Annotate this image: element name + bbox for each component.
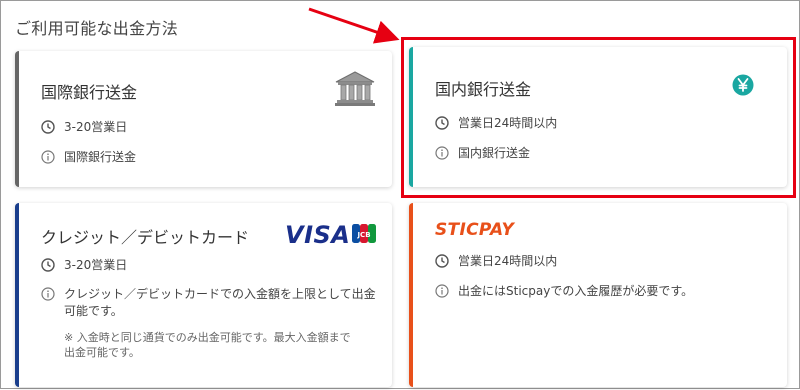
info-row: クレジット／デビットカードでの入金額を上限として出金 可能です。 [41,286,376,320]
sticpay-logo: STICPAY [435,220,515,240]
card-credit-debit[interactable]: クレジット／デビットカード VISA JCB 3-20営業日 クレジット／デビッ… [15,203,392,387]
card-title: 国際銀行送金 [41,83,138,102]
card-note: ※ 入金時と同じ通貨でのみ出金可能です。最大入金額まで 出金可能です。 [64,330,351,360]
info-text: 国際銀行送金 [64,150,137,164]
visa-logo: VISA [285,221,351,249]
note-line-1: ※ 入金時と同じ通貨でのみ出金可能です。最大入金額まで [64,331,351,344]
info-line-2: 可能です。 [64,304,123,318]
highlight-box [401,37,796,198]
info-row: 出金にはSticpayでの入金履歴が必要です。 [435,283,693,300]
clock-icon [41,120,55,134]
duration-text: 3-20営業日 [64,258,128,272]
card-international-bank-transfer[interactable]: 国際銀行送金 3-20営業日 国際銀行送金 [15,51,392,187]
bank-icon [335,71,375,111]
clock-icon [41,258,55,272]
duration-text: 3-20営業日 [64,120,128,134]
duration-row: 営業日24時間以内 [435,253,557,270]
note-line-2: 出金可能です。 [64,346,140,359]
clock-icon [435,254,449,268]
duration-text: 営業日24時間以内 [458,254,558,268]
jcb-text: JCB [356,231,370,239]
info-icon [41,150,55,164]
duration-row: 3-20営業日 [41,257,127,274]
card-title: クレジット／デビットカード [41,228,250,247]
duration-row: 3-20営業日 [41,119,127,136]
info-icon [435,284,449,298]
info-line-1: クレジット／デビットカードでの入金額を上限として出金 [64,287,376,301]
card-sticpay[interactable]: STICPAY 営業日24時間以内 出金にはSticpayでの入金履歴が必要です… [409,203,787,387]
info-icon [41,287,55,301]
info-text: 出金にはSticpayでの入金履歴が必要です。 [458,284,694,298]
screenshot-frame: ご利用可能な出金方法 国際銀行送金 3-20営業日 国際銀行送金 国内銀行送金 … [0,0,800,389]
info-text: クレジット／デビットカードでの入金額を上限として出金 可能です。 [64,286,376,320]
info-row: 国際銀行送金 [41,149,136,166]
jcb-logo: JCB [352,224,376,247]
section-title: ご利用可能な出金方法 [15,19,179,38]
